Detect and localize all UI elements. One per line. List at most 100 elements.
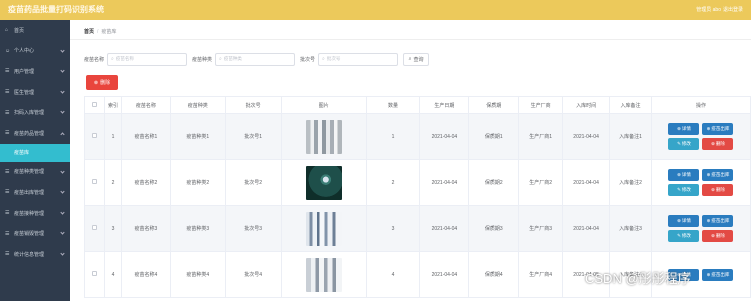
- row-checkbox[interactable]: [91, 133, 97, 138]
- cell-shelf-life: 保质期2: [468, 159, 520, 206]
- inoculation-icon: ☰: [5, 210, 10, 217]
- select-all-header[interactable]: [84, 96, 105, 114]
- chevron-down-icon: [60, 230, 65, 235]
- detail-button[interactable]: ⊕ 详情: [668, 215, 700, 227]
- query-button[interactable]: ⌕ 查询: [403, 52, 430, 66]
- outbound-button[interactable]: ⊕ 疫苗出库: [702, 123, 734, 135]
- edit-icon: ✎: [677, 187, 681, 192]
- sidebar-item-scan-inbound[interactable]: ☰ 扫码入库管理: [0, 102, 70, 123]
- outbound-button[interactable]: ⊕ 疫苗出库: [702, 169, 734, 181]
- row-checkbox[interactable]: [91, 179, 97, 184]
- delete-button[interactable]: ⊗ 删除: [702, 184, 734, 196]
- detail-button[interactable]: ⊕ 详情: [668, 123, 700, 135]
- cell-index: 3: [103, 205, 122, 252]
- logout-link[interactable]: 退出登录: [723, 6, 743, 13]
- search-icon: ⌕: [408, 56, 412, 62]
- breadcrumb-separator: /: [97, 29, 99, 35]
- sidebar-item-label: 疫苗药品管理: [14, 130, 45, 137]
- edit-button[interactable]: ✎ 修改: [668, 184, 700, 196]
- edit-button[interactable]: ✎ 修改: [668, 138, 700, 150]
- cell-production-date: 2021-04-04: [419, 113, 470, 160]
- batch-delete-button[interactable]: ⊗ 删除: [86, 75, 118, 90]
- cell-index: 1: [103, 113, 122, 160]
- delete-icon: ⊗: [711, 187, 715, 192]
- edit-icon: ✎: [677, 141, 681, 146]
- col-header: 批次号: [224, 96, 282, 114]
- doctor-icon: ☰: [5, 89, 10, 96]
- delete-button[interactable]: ⊗ 删除: [702, 230, 734, 242]
- cell-name: 疫苗名称1: [120, 113, 171, 160]
- cell-type: 疫苗种类2: [169, 159, 226, 206]
- cell-inbound-time: 2021-04-04: [562, 205, 611, 252]
- edit-button[interactable]: ✎ 修改: [668, 230, 700, 242]
- col-header: 保质期: [468, 96, 520, 114]
- sidebar-item-doctors[interactable]: ☰ 医生管理: [0, 82, 70, 103]
- sidebar-item-label: 疫苗接种管理: [14, 210, 45, 217]
- sidebar-item-profile[interactable]: ☺ 个人中心: [0, 41, 70, 62]
- cell-manufacturer: 生产厂商2: [518, 159, 564, 206]
- cell-quantity: 1: [365, 113, 421, 160]
- stats-icon: ☰: [5, 251, 10, 258]
- cell-inbound-note: 入库备注2: [609, 159, 652, 206]
- row-actions: ⊕ 详情 ⊕ 疫苗出库 ✎ 修改 ⊗ 删除: [661, 169, 741, 196]
- delete-icon: ⊗: [711, 233, 715, 238]
- sidebar-item-label: 用户管理: [14, 68, 35, 75]
- cell-quantity: 4: [365, 251, 421, 298]
- top-bar: 疫苗药品批量打码识别系统 管理员 abo 退出登录: [0, 0, 751, 20]
- home-icon: ⌂: [5, 27, 9, 34]
- row-checkbox[interactable]: [91, 225, 97, 230]
- cell-inbound-time: 2021-04-04: [562, 159, 611, 206]
- app-title: 疫苗药品批量打码识别系统: [8, 5, 104, 14]
- chevron-down-icon: [60, 168, 65, 174]
- sidebar-item-vaccine-drugs[interactable]: ☰ 疫苗药品管理: [0, 123, 70, 144]
- cell-type: 疫苗种类4: [169, 251, 226, 298]
- sidebar-item-inoculation[interactable]: ☰ 疫苗接种管理: [0, 203, 70, 224]
- batch-label: 批次号: [300, 56, 316, 63]
- cell-inbound-time: 2021-04-04: [562, 113, 611, 160]
- vaccine-icon: ☰: [5, 130, 10, 137]
- outbound-button[interactable]: ⊕ 疫苗出库: [702, 268, 734, 281]
- cell-name: 疫苗名称4: [120, 251, 171, 298]
- sidebar-item-home[interactable]: ⌂ 首页: [0, 20, 70, 41]
- sidebar-item-vaccine-types[interactable]: ☰ 疫苗种类管理: [0, 162, 70, 183]
- delete-button[interactable]: ⊗ 删除: [702, 138, 734, 150]
- sidebar-subitem-vaccine-library[interactable]: 疫苗库: [0, 143, 70, 162]
- outbound-icon: ⊕: [706, 126, 711, 131]
- sidebar-item-label: 统计信息管理: [14, 251, 45, 258]
- detail-button[interactable]: ⊕ 详情: [668, 169, 700, 181]
- cell-quantity: 2: [365, 159, 421, 206]
- checkbox[interactable]: [91, 101, 97, 107]
- cell-shelf-life: 保质期3: [468, 205, 520, 252]
- breadcrumb-current: 疫苗库: [101, 29, 117, 35]
- search-bar: 疫苗名称 ⌕ 疫苗名称 疫苗种类 ⌕ 疫苗种类 批次号 ⌕ 批次号 ⌕ 查询: [84, 52, 430, 66]
- outbound-icon: ⊕: [706, 271, 711, 277]
- sidebar-item-users[interactable]: ☰ 用户管理: [0, 61, 70, 82]
- chevron-down-icon: [60, 189, 65, 194]
- cell-name: 疫苗名称3: [120, 205, 171, 252]
- batch-search-input[interactable]: ⌕ 批次号: [318, 52, 399, 66]
- sidebar-item-statistics[interactable]: ☰ 统计信息管理: [0, 244, 70, 265]
- category-icon: ☰: [5, 168, 10, 175]
- sidebar-item-destroy[interactable]: ☰ 疫苗销毁管理: [0, 223, 70, 244]
- name-search-input[interactable]: ⌕ 疫苗名称: [107, 52, 188, 66]
- destroy-icon: ☰: [5, 230, 10, 237]
- chevron-down-icon: [60, 89, 65, 94]
- main-content: 首页 / 疫苗库 疫苗名称 ⌕ 疫苗名称 疫苗种类 ⌕ 疫苗种类 批次号 ⌕ 批次号 ⌕ 查…: [70, 20, 751, 301]
- delete-icon: ⊗: [711, 141, 715, 146]
- col-header: 图片: [280, 96, 367, 114]
- outbound-button[interactable]: ⊕ 疫苗出库: [702, 215, 734, 227]
- type-search-input[interactable]: ⌕ 疫苗种类: [215, 52, 296, 66]
- breadcrumb-home[interactable]: 首页: [84, 29, 94, 35]
- col-header: 生产厂商: [518, 96, 564, 114]
- col-header: 入库备注: [609, 96, 652, 114]
- vaccine-image: [305, 165, 342, 200]
- detail-icon: ⊕: [677, 172, 681, 177]
- sidebar-item-vaccine-outbound[interactable]: ☰ 疫苗出库管理: [0, 182, 70, 203]
- outbound-icon: ☰: [5, 189, 10, 196]
- vaccine-image: [305, 119, 342, 154]
- sidebar-item-label: 个人中心: [14, 48, 35, 55]
- chevron-down-icon: [60, 109, 65, 114]
- chevron-down-icon: [60, 210, 65, 215]
- detail-icon: ⊕: [677, 218, 681, 223]
- row-checkbox[interactable]: [91, 271, 97, 276]
